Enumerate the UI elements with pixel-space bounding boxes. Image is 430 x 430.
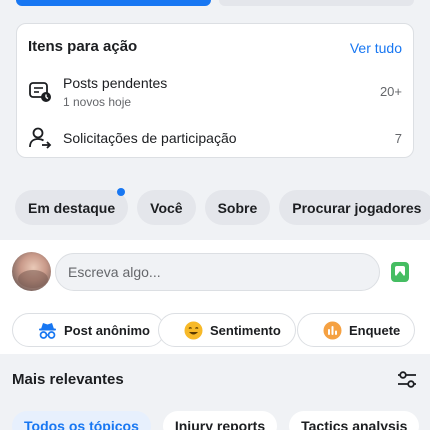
tab-label: Sobre — [217, 199, 258, 216]
photo-icon[interactable] — [391, 262, 409, 282]
pending-posts-sublabel: 1 novos hoje — [63, 95, 132, 109]
tab-label: Você — [150, 199, 183, 216]
topic-all[interactable]: Todos os tópicos — [12, 411, 151, 430]
action-items-title: Itens para ação — [28, 38, 138, 55]
tab-voce[interactable]: Você — [137, 190, 196, 225]
member-requests-row[interactable]: Solicitações de participação 7 — [17, 120, 413, 160]
avatar[interactable] — [12, 252, 51, 291]
feeling-button[interactable]: Sentimento — [158, 313, 296, 347]
pending-posts-label: Posts pendentes — [63, 75, 168, 91]
tab-label: Em destaque — [28, 199, 116, 216]
tab-label: Procurar jogadores — [292, 199, 422, 216]
smiley-icon — [184, 321, 203, 340]
anonymous-post-label: Post anônimo — [64, 322, 150, 338]
pending-posts-count: 20+ — [379, 84, 402, 99]
pending-posts-icon — [27, 78, 53, 104]
member-requests-count: 7 — [394, 131, 402, 146]
feeling-label: Sentimento — [210, 322, 281, 338]
member-request-icon — [27, 125, 53, 151]
anonymous-post-button[interactable]: Post anônimo — [12, 313, 165, 347]
sliders-icon[interactable] — [396, 370, 418, 390]
post-composer: Escreva algo... Post anônimo Sentimento … — [0, 240, 430, 354]
tab-procurar-jogadores[interactable]: Procurar jogadores — [279, 190, 430, 225]
primary-action-button[interactable] — [16, 0, 211, 6]
top-action-buttons — [16, 0, 414, 6]
topic-tactics-analysis[interactable]: Tactics analysis — [289, 411, 420, 430]
poll-label: Enquete — [349, 322, 401, 338]
group-tabs: Em destaque Você Sobre Procurar jogadore… — [15, 188, 430, 225]
group-page: Itens para ação Ver tudo Posts pendentes… — [0, 0, 430, 430]
sort-title: Mais relevantes — [12, 371, 124, 388]
pending-posts-row[interactable]: Posts pendentes 1 novos hoje 20+ — [17, 74, 413, 114]
tab-em-destaque[interactable]: Em destaque — [15, 188, 129, 225]
see-all-link[interactable]: Ver tudo — [350, 40, 402, 56]
notification-dot — [117, 188, 126, 196]
poll-button[interactable]: Enquete — [297, 313, 416, 347]
secondary-action-button[interactable] — [219, 0, 414, 6]
anonymous-icon — [38, 321, 57, 340]
poll-icon — [323, 321, 342, 340]
member-requests-label: Solicitações de participação — [63, 130, 237, 146]
tab-sobre[interactable]: Sobre — [204, 190, 271, 225]
topic-tabs: Todos os tópicos Injury reports Tactics … — [12, 411, 430, 430]
action-items-card: Itens para ação Ver tudo Posts pendentes… — [16, 23, 414, 158]
topic-injury-reports[interactable]: Injury reports — [162, 411, 278, 430]
compose-input[interactable]: Escreva algo... — [55, 253, 380, 291]
